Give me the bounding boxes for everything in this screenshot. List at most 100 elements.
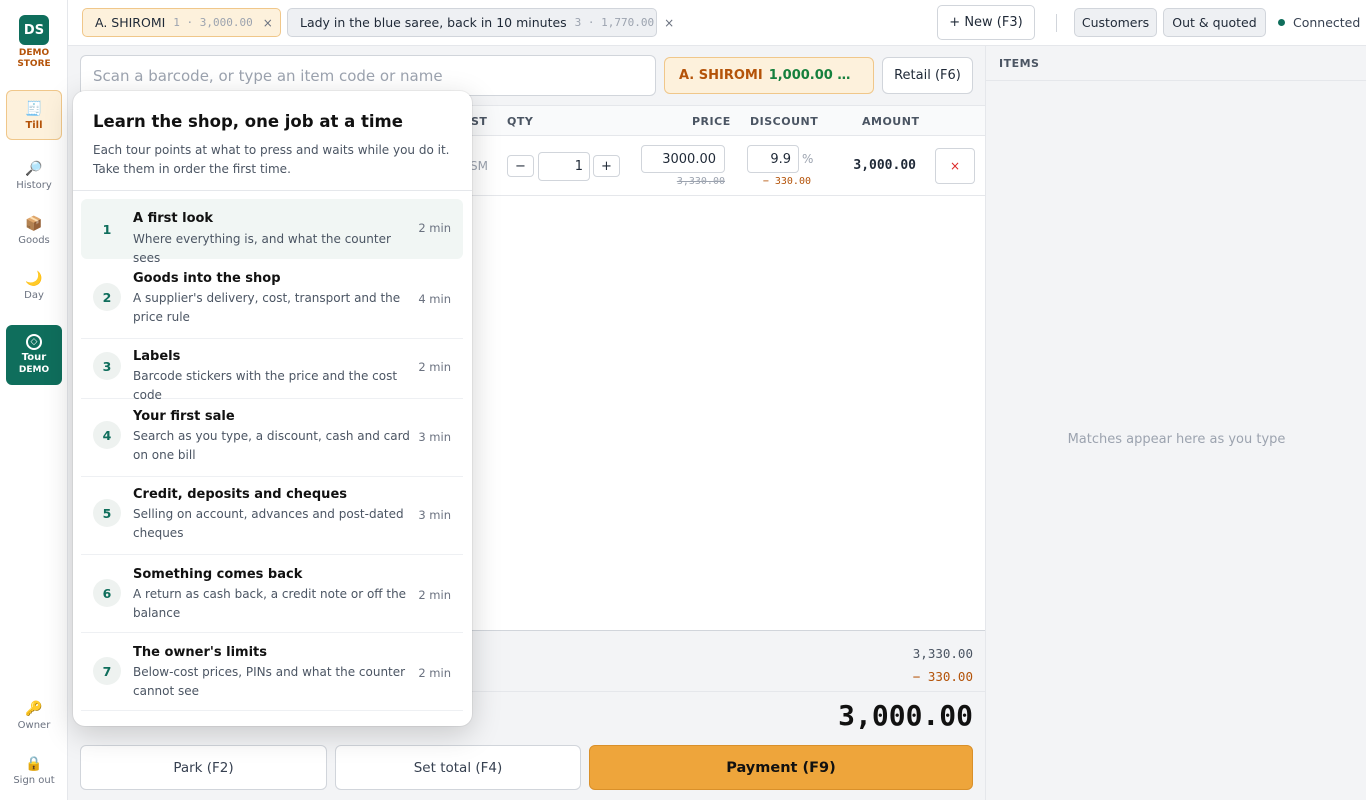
tour-step-4[interactable]: 4 Your first sale Search as you type, a … — [81, 399, 463, 477]
step-title: Labels — [133, 349, 181, 364]
moon-icon: 🌙 — [25, 270, 43, 287]
step-duration: 2 min — [418, 666, 451, 680]
customers-button[interactable]: Customers — [1074, 8, 1157, 37]
customer-chip-name: A. SHIROMI — [679, 68, 763, 83]
tour-step-7[interactable]: 7 The owner's limits Below-cost prices, … — [81, 633, 463, 711]
customer-chip[interactable]: A. SHIROMI 1,000.00 wit... — [664, 57, 874, 94]
qty-increase-button[interactable]: + — [593, 155, 620, 177]
customer-tab-2[interactable]: Lady in the blue saree, back in 10 minut… — [287, 8, 674, 37]
step-title: Your first sale — [133, 409, 235, 424]
key-icon: 🔑 — [25, 700, 43, 717]
new-bill-button[interactable]: + New (F3) — [937, 5, 1035, 40]
original-price: 3,330.00 — [676, 176, 725, 187]
nav-till[interactable]: 🧾 Till — [6, 90, 62, 140]
step-duration: 4 min — [418, 292, 451, 306]
step-number: 3 — [93, 352, 121, 380]
step-title: Goods into the shop — [133, 271, 281, 286]
close-icon[interactable]: × — [664, 16, 674, 30]
line-amount: 3,000.00 — [853, 158, 916, 173]
nav-goods-label: Goods — [18, 234, 50, 246]
step-title: Credit, deposits and cheques — [133, 487, 347, 502]
step-description: Search as you type, a discount, cash and… — [133, 429, 410, 462]
nav-day[interactable]: 🌙 Day — [6, 260, 62, 310]
nav-tour[interactable]: ◇ Tour DEMO — [6, 325, 62, 385]
step-description: Selling on account, advances and post-da… — [133, 507, 404, 540]
step-duration: 3 min — [418, 508, 451, 522]
col-list: ST — [471, 115, 488, 128]
magnifier-icon: 🔎 — [25, 160, 43, 177]
connection-status-text: Connected — [1293, 15, 1361, 30]
nav-owner-label: Owner — [17, 719, 51, 731]
qty-field[interactable]: 1 — [538, 152, 590, 181]
step-duration: 2 min — [418, 588, 451, 602]
nav-owner[interactable]: 🔑 Owner — [6, 690, 62, 740]
items-panel-header: ITEMS — [986, 46, 1366, 81]
out-quoted-button[interactable]: Out & quoted — [1163, 8, 1266, 37]
customer-chip-balance: 1,000.00 wit... — [768, 68, 859, 83]
step-number: 5 — [93, 499, 121, 527]
tour-step-1[interactable]: 1 A first look Where everything is, and … — [81, 199, 463, 265]
step-number: 2 — [93, 283, 121, 311]
park-button[interactable]: Park (F2) — [80, 745, 327, 790]
close-icon: × — [949, 159, 961, 173]
nav-day-label: Day — [24, 289, 44, 301]
search-input[interactable] — [80, 55, 656, 96]
left-rail: DS DEMO STORE 🧾 Till 🔎 History 📦 Goods 🌙… — [0, 0, 68, 800]
step-number: 6 — [93, 579, 121, 607]
grand-total: 3,000.00 — [838, 699, 973, 732]
customer-tab-name: A. SHIROMI — [95, 15, 166, 30]
receipt-icon: 🧾 — [25, 100, 43, 117]
top-bar: A. SHIROMI 1 · 3,000.00 × Lady in the bl… — [68, 0, 1366, 46]
price-level-button[interactable]: Retail (F6) — [882, 57, 973, 94]
lock-icon: 🔒 — [25, 755, 43, 772]
step-number: 7 — [93, 657, 121, 685]
tour-step-2[interactable]: 2 Goods into the shop A supplier's deliv… — [81, 261, 463, 339]
col-discount: DISCOUNT — [750, 115, 819, 128]
step-description: Below-cost prices, PINs and what the cou… — [133, 665, 406, 698]
qty-decrease-button[interactable]: − — [507, 155, 534, 177]
nav-goods[interactable]: 📦 Goods — [6, 205, 62, 255]
box-icon: 📦 — [25, 215, 43, 232]
col-qty: QTY — [507, 115, 534, 128]
nav-tour-label: Tour — [21, 352, 47, 363]
step-title: The owner's limits — [133, 645, 267, 660]
discount-field[interactable]: 9.9 — [747, 145, 799, 173]
discount-total: − 330.00 — [912, 669, 973, 684]
discount-amount: − 330.00 — [762, 176, 811, 187]
items-panel: ITEMS Matches appear here as you type — [985, 46, 1366, 800]
tour-title: Learn the shop, one job at a time — [93, 112, 403, 131]
tour-description: Each tour points at what to press and wa… — [93, 143, 450, 176]
price-field[interactable]: 3000.00 — [641, 145, 725, 173]
nav-history-label: History — [16, 179, 52, 191]
step-duration: 3 min — [418, 430, 451, 444]
subtotal: 3,330.00 — [912, 646, 973, 661]
connection-status: Connected — [1278, 15, 1360, 30]
nav-signout-label: Sign out — [13, 774, 55, 786]
step-duration: 2 min — [418, 221, 451, 235]
customer-tab-1[interactable]: A. SHIROMI 1 · 3,000.00 × — [82, 8, 281, 37]
step-number: 1 — [102, 221, 112, 237]
tour-step-5[interactable]: 5 Credit, deposits and cheques Selling o… — [81, 477, 463, 555]
step-description: A return as cash back, a credit note or … — [133, 587, 407, 620]
tour-popup: Learn the shop, one job at a time Each t… — [73, 91, 472, 726]
close-icon[interactable]: × — [263, 16, 273, 30]
discount-unit: % — [802, 152, 814, 166]
customer-tab-meta: 3 · 1,770.00 — [574, 16, 655, 29]
tour-step-6[interactable]: 6 Something comes back A return as cash … — [81, 555, 463, 633]
store-logo: DS — [19, 15, 49, 45]
payment-button[interactable]: Payment (F9) — [589, 745, 973, 790]
nav-till-label: Till — [25, 119, 43, 131]
nav-signout[interactable]: 🔒 Sign out — [6, 745, 62, 795]
col-price: PRICE — [692, 115, 731, 128]
remove-line-button[interactable]: × — [935, 148, 975, 184]
nav-tour-sub: DEMO — [18, 365, 50, 375]
step-duration: 2 min — [418, 360, 451, 374]
step-number: 4 — [93, 421, 121, 449]
divider — [73, 190, 472, 191]
col-amount: AMOUNT — [862, 115, 920, 128]
tour-step-3[interactable]: 3 Labels Barcode stickers with the price… — [81, 339, 463, 402]
set-total-button[interactable]: Set total (F4) — [335, 745, 581, 790]
nav-history[interactable]: 🔎 History — [6, 150, 62, 200]
customer-tab-name: Lady in the blue saree, back in 10 minut… — [300, 15, 567, 30]
items-panel-title: ITEMS — [999, 57, 1040, 70]
